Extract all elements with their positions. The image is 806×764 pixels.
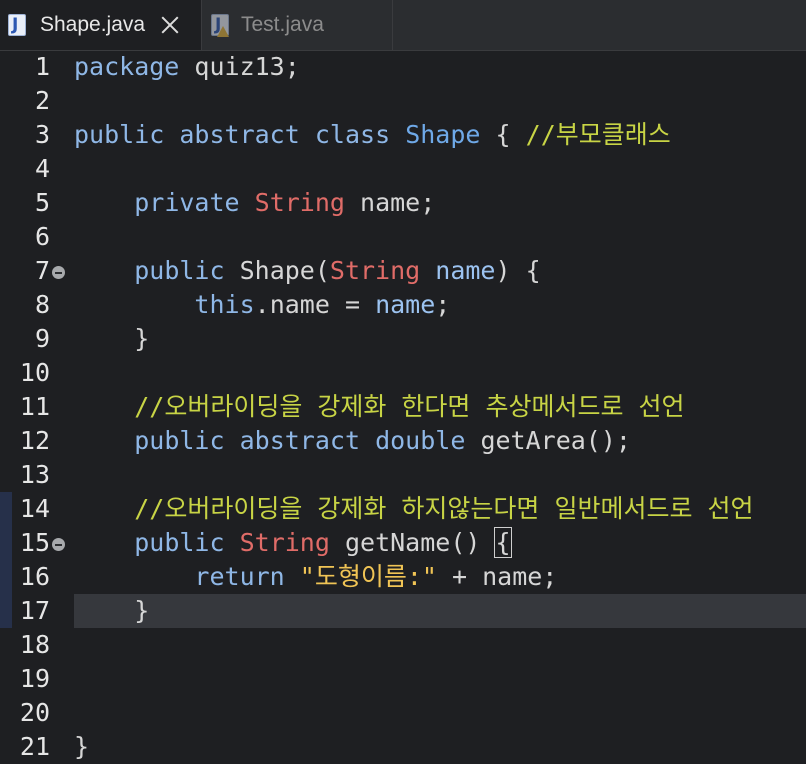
code-line: 20 [0, 696, 806, 730]
line-number: 8 [34, 290, 50, 319]
code-line: 2 [0, 84, 806, 118]
matching-brace: { [494, 527, 512, 558]
tab-shape-java[interactable]: J Shape.java [0, 0, 202, 50]
collapse-icon[interactable] [52, 266, 65, 279]
tab-label: Test.java [241, 13, 324, 36]
line-number: 14 [19, 494, 50, 523]
line-number: 17 [19, 596, 50, 625]
code-line: 9 } [0, 322, 806, 356]
code-editor[interactable]: 1 package quiz13; 2 3 public abstract cl… [0, 50, 806, 762]
line-number: 9 [34, 324, 50, 353]
code-line: 21 } [0, 730, 806, 764]
code-line: 7 public Shape(String name) { [0, 254, 806, 288]
code-line: 3 public abstract class Shape { //부모클래스 [0, 118, 806, 152]
code-line: 14 //오버라이딩을 강제화 하지않는다면 일반메서드로 선언 [0, 492, 806, 526]
java-file-icon: J [8, 14, 26, 36]
line-number: 5 [34, 188, 50, 217]
line-number: 15 [19, 528, 50, 557]
line-number: 13 [19, 460, 50, 489]
line-number: 18 [19, 630, 50, 659]
java-file-warning-icon: J [211, 14, 229, 37]
line-number: 20 [19, 698, 50, 727]
code-line: 16 return "도형이름:" + name; [0, 560, 806, 594]
line-number: 7 [34, 256, 50, 285]
collapse-icon[interactable] [52, 538, 65, 551]
code-line: 19 [0, 662, 806, 696]
code-line: 10 [0, 356, 806, 390]
code-line: 5 private String name; [0, 186, 806, 220]
code-line: 6 [0, 220, 806, 254]
line-number: 21 [19, 732, 50, 761]
code-line: 12 public abstract double getArea(); [0, 424, 806, 458]
code-line: 4 [0, 152, 806, 186]
line-number: 1 [34, 52, 50, 81]
line-number: 19 [19, 664, 50, 693]
line-number: 11 [19, 392, 50, 421]
code-line-current: 17 } [0, 594, 806, 628]
line-number: 2 [34, 86, 50, 115]
code-line: 1 package quiz13; [0, 50, 806, 84]
close-icon[interactable] [161, 16, 179, 34]
line-number: 4 [34, 154, 50, 183]
code-line: 8 this.name = name; [0, 288, 806, 322]
editor-tab-bar: J Shape.java J Test.java [0, 0, 806, 51]
line-number: 16 [19, 562, 50, 591]
line-number: 6 [34, 222, 50, 251]
line-number: 10 [19, 358, 50, 387]
code-line: 13 [0, 458, 806, 492]
tab-label: Shape.java [40, 13, 146, 36]
tab-test-java[interactable]: J Test.java [203, 0, 393, 50]
line-number: 12 [19, 426, 50, 455]
code-line: 15 public String getName() { [0, 526, 806, 560]
code-line: 11 //오버라이딩을 강제화 한다면 추상메서드로 선언 [0, 390, 806, 424]
line-number: 3 [34, 120, 50, 149]
code-line: 18 [0, 628, 806, 662]
